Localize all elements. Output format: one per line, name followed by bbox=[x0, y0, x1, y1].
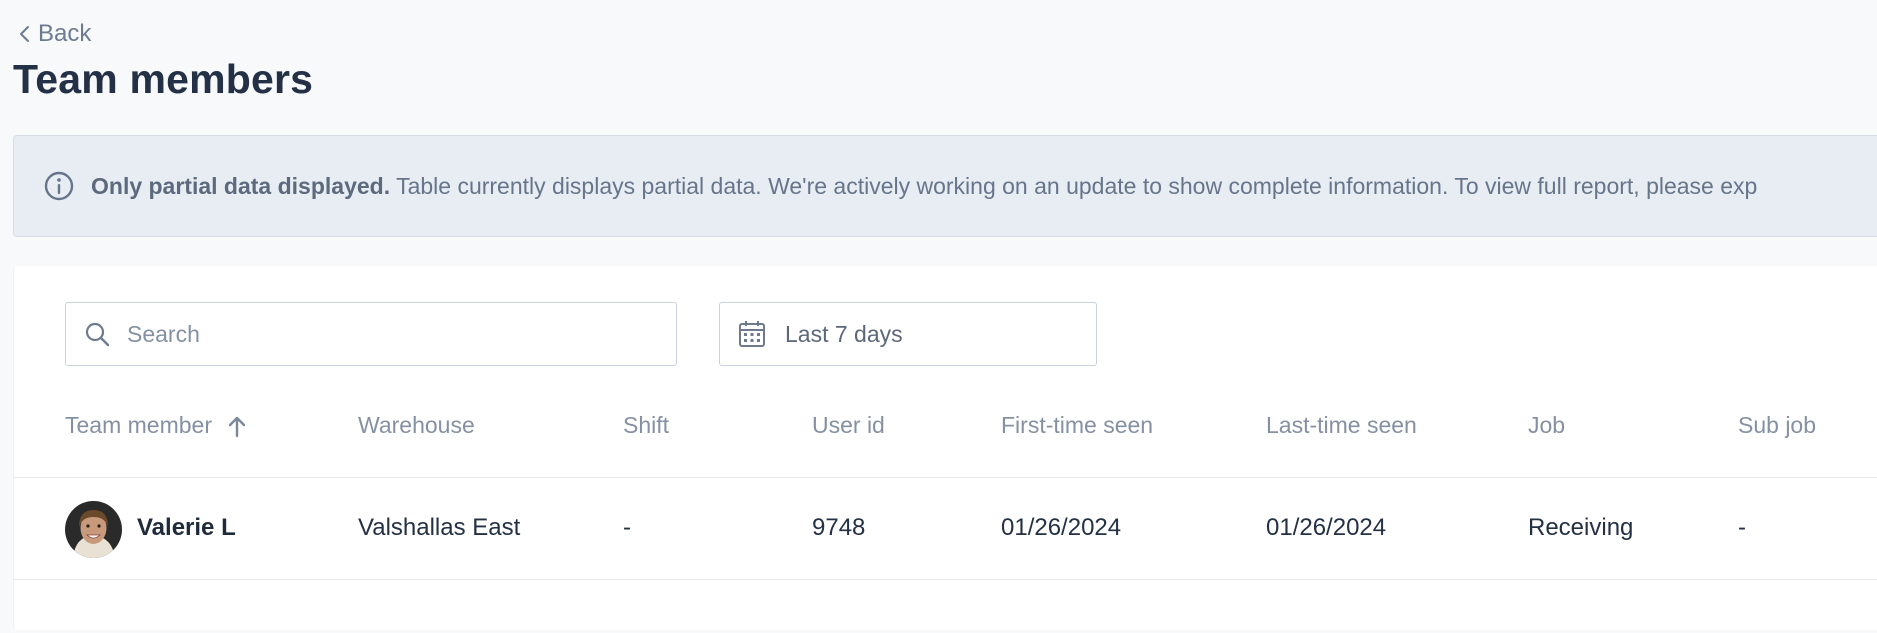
partial-data-banner: Only partial data displayed. Table curre… bbox=[13, 135, 1877, 237]
date-range-picker[interactable]: Last 7 days bbox=[719, 302, 1097, 366]
column-label: First-time seen bbox=[1001, 412, 1154, 438]
column-header-shift[interactable]: Shift bbox=[623, 412, 669, 439]
banner-message: Only partial data displayed. Table curre… bbox=[91, 173, 1757, 200]
banner-title: Only partial data displayed. bbox=[91, 172, 391, 199]
column-label: Shift bbox=[623, 412, 670, 438]
column-header-sub-job[interactable]: Sub job bbox=[1738, 412, 1816, 439]
column-label: Last-time seen bbox=[1266, 412, 1417, 438]
date-range-value: Last 7 days bbox=[785, 320, 903, 347]
team-members-card: Last 7 days Team member Warehouse Shift … bbox=[13, 266, 1877, 630]
cell-user-id: 9748 bbox=[812, 514, 866, 541]
column-header-user-id[interactable]: User id bbox=[812, 412, 885, 439]
row-divider bbox=[14, 579, 1877, 580]
cell-last-time-seen: 01/26/2024 bbox=[1266, 514, 1387, 541]
column-label: Job bbox=[1528, 412, 1566, 438]
cell-warehouse: Valshallas East bbox=[358, 514, 521, 541]
column-label: Warehouse bbox=[358, 412, 475, 438]
column-header-last-time-seen[interactable]: Last-time seen bbox=[1266, 412, 1417, 439]
column-label: Team member bbox=[65, 412, 212, 438]
calendar-icon bbox=[739, 321, 765, 347]
search-box[interactable] bbox=[65, 302, 677, 366]
page-title: Team members bbox=[13, 56, 314, 102]
column-header-first-time-seen[interactable]: First-time seen bbox=[1001, 412, 1153, 439]
search-input[interactable] bbox=[125, 319, 649, 349]
banner-text: Table currently displays partial data. W… bbox=[390, 172, 1758, 199]
back-label: Back bbox=[38, 20, 92, 47]
cell-first-time-seen: 01/26/2024 bbox=[1001, 514, 1122, 541]
cell-job: Receiving bbox=[1528, 514, 1634, 541]
column-label: Sub job bbox=[1738, 412, 1817, 438]
column-header-team-member[interactable]: Team member bbox=[65, 412, 248, 439]
member-name[interactable]: Valerie L bbox=[137, 514, 236, 542]
info-circle-icon bbox=[44, 171, 74, 201]
avatar bbox=[65, 501, 122, 558]
arrow-up-icon bbox=[228, 416, 246, 437]
cell-sub-job: - bbox=[1738, 514, 1746, 541]
header-divider bbox=[14, 477, 1877, 478]
column-label: User id bbox=[812, 412, 885, 438]
column-header-job[interactable]: Job bbox=[1528, 412, 1565, 439]
search-icon bbox=[85, 322, 110, 347]
back-link[interactable]: Back bbox=[18, 20, 91, 48]
column-header-warehouse[interactable]: Warehouse bbox=[358, 412, 475, 439]
cell-shift: - bbox=[623, 514, 631, 541]
chevron-left-icon bbox=[20, 26, 29, 42]
